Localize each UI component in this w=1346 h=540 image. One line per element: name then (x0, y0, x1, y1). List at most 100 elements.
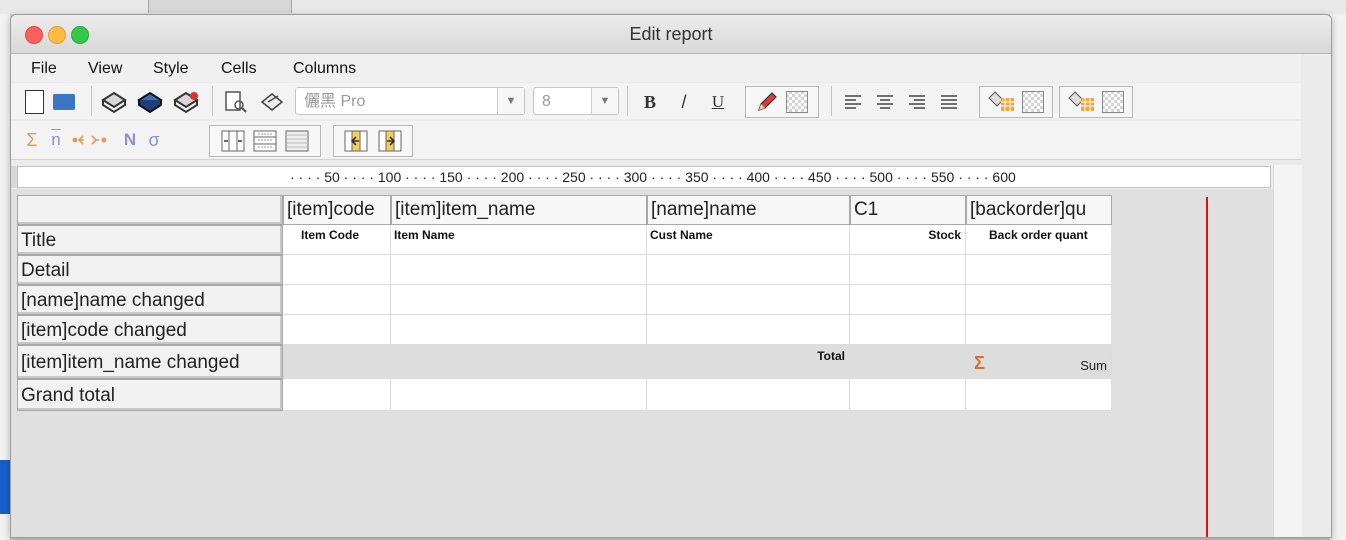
vertical-scrollbar[interactable] (1273, 165, 1302, 537)
group-name-cell[interactable] (647, 285, 850, 315)
grand-total-cell[interactable] (966, 379, 1112, 411)
group-name-cell[interactable] (391, 285, 647, 315)
font-size-value: 8 (542, 93, 551, 110)
pencil-icon[interactable] (752, 88, 782, 116)
group-code-cell[interactable] (647, 315, 850, 345)
align-center-icon[interactable] (871, 88, 899, 116)
average-icon[interactable]: n (45, 128, 67, 152)
insert-column-left-icon[interactable] (339, 127, 373, 155)
std-dev-icon[interactable]: σ (143, 128, 165, 152)
font-size-select[interactable]: 8 ▼ (533, 87, 619, 115)
align-left-icon[interactable] (839, 88, 867, 116)
group-code-cell[interactable] (283, 315, 391, 345)
group-total-cell[interactable] (850, 345, 966, 379)
detail-cell[interactable] (391, 255, 647, 285)
menu-style[interactable]: Style (153, 60, 189, 78)
band-grand-total[interactable]: Grand total (17, 379, 283, 411)
horizontal-ruler[interactable]: · · · · 50 · · · · 100 · · · · 150 · · ·… (17, 166, 1271, 188)
print-red-icon[interactable] (171, 88, 201, 116)
sum-icon[interactable]: Σ (21, 128, 43, 152)
menu-columns[interactable]: Columns (293, 60, 356, 78)
bold-button[interactable]: B (637, 88, 663, 116)
toolbar-separator (91, 86, 92, 116)
edit-report-window: Edit report File View Style Cells Column… (10, 14, 1332, 538)
menu-cells[interactable]: Cells (221, 60, 257, 78)
formatting-toolbar: 儷黑 Pro ▼ 8 ▼ B / U (11, 83, 1301, 119)
menu-view[interactable]: View (88, 60, 122, 78)
band-title[interactable]: Title (17, 225, 283, 255)
title-cell-cust-name[interactable]: Cust Name (647, 225, 850, 255)
group-code-cell[interactable] (850, 315, 966, 345)
group-name-cell[interactable] (850, 285, 966, 315)
fill-swatch-icon[interactable] (1018, 88, 1048, 116)
column-header-item-name[interactable]: [item]item_name (391, 195, 647, 225)
row-height-icon[interactable] (249, 127, 281, 155)
align-right-icon[interactable] (903, 88, 931, 116)
column-header-name[interactable]: [name]name (647, 195, 850, 225)
background-blue-element (0, 460, 10, 514)
underline-button[interactable]: U (705, 88, 731, 116)
column-header-backorder[interactable]: [backorder]qu (966, 195, 1112, 225)
group-code-cell[interactable] (391, 315, 647, 345)
paint-bucket-icon[interactable] (984, 88, 1018, 116)
chevron-down-icon[interactable]: ▼ (497, 88, 524, 114)
title-cell-item-code[interactable]: Item Code (283, 225, 391, 255)
chevron-down-icon[interactable]: ▼ (591, 88, 618, 114)
detail-cell[interactable] (283, 255, 391, 285)
grand-total-cell[interactable] (391, 379, 647, 411)
band-code-changed[interactable]: [item]code changed (17, 315, 283, 345)
menu-file[interactable]: File (31, 60, 57, 78)
count-icon[interactable]: N (119, 128, 141, 152)
min-max-icon[interactable] (69, 128, 115, 152)
paint-bucket-icon[interactable] (1064, 88, 1098, 116)
title-cell-back-order[interactable]: Back order quant (966, 225, 1112, 255)
group-sum-cell[interactable]: Σ Sum (966, 345, 1112, 379)
detail-cell[interactable] (850, 255, 966, 285)
page-setup-icon[interactable] (257, 88, 287, 116)
text-color-swatch-icon[interactable] (782, 88, 812, 116)
group-name-cell[interactable] (966, 285, 1112, 315)
menu-bar: File View Style Cells Columns (11, 54, 1301, 82)
border-color-group (1059, 86, 1133, 118)
fill-color-group (979, 86, 1053, 118)
detail-cell[interactable] (966, 255, 1112, 285)
band-name-changed[interactable]: [name]name changed (17, 285, 283, 315)
insert-column-right-icon[interactable] (373, 127, 407, 155)
group-total-label-cell[interactable]: Total (283, 345, 850, 379)
align-justify-icon[interactable] (935, 88, 963, 116)
background-right (1330, 14, 1346, 540)
grand-total-cell[interactable] (283, 379, 391, 411)
sum-label: Sum (1080, 358, 1107, 373)
title-cell-item-name[interactable]: Item Name (391, 225, 647, 255)
font-family-value: 儷黑 Pro (304, 93, 366, 110)
border-swatch-icon[interactable] (1098, 88, 1128, 116)
cell-pattern-icon[interactable] (281, 127, 313, 155)
grand-total-cell[interactable] (647, 379, 850, 411)
column-header-item-code[interactable]: [item]code (283, 195, 391, 225)
print-setup-icon[interactable] (135, 88, 165, 116)
group-code-cell[interactable] (966, 315, 1112, 345)
title-bar[interactable]: Edit report (11, 15, 1331, 54)
toolbar-separator (212, 86, 213, 116)
column-header-c1[interactable]: C1 (850, 195, 966, 225)
preview-icon[interactable] (221, 88, 251, 116)
column-width-icon[interactable] (217, 127, 249, 155)
italic-button[interactable]: / (671, 88, 697, 116)
column-insert-group (333, 125, 413, 157)
detail-cell[interactable] (647, 255, 850, 285)
band-item-name-changed[interactable]: [item]item_name changed (17, 345, 283, 379)
open-folder-icon[interactable] (51, 89, 77, 115)
toolbar-separator (831, 86, 832, 116)
window-title: Edit report (629, 24, 713, 44)
grand-total-cell[interactable] (850, 379, 966, 411)
title-cell-stock[interactable]: Stock (850, 225, 966, 255)
background-tab (148, 0, 292, 13)
new-document-icon[interactable] (21, 89, 47, 115)
print-icon[interactable] (99, 88, 129, 116)
font-family-select[interactable]: 儷黑 Pro ▼ (295, 87, 525, 115)
page-width-marker[interactable] (1206, 197, 1208, 537)
band-detail[interactable]: Detail (17, 255, 283, 285)
text-color-group (745, 86, 819, 118)
calculation-toolbar: Σ n N σ (11, 121, 1301, 160)
group-name-cell[interactable] (283, 285, 391, 315)
